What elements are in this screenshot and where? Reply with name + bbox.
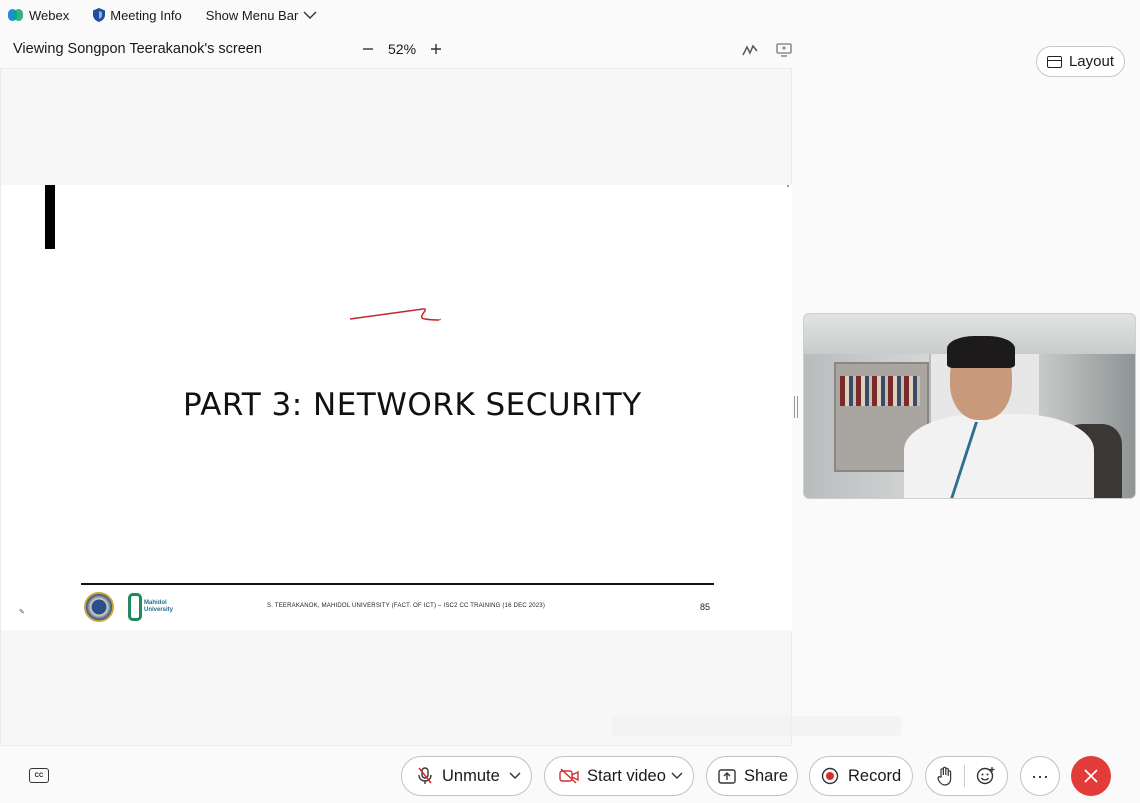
slide-footer-rule: [81, 583, 714, 585]
zoom-controls: 52%: [360, 39, 444, 59]
cc-icon: CC: [34, 772, 44, 779]
annotation-scribble: [349, 308, 442, 321]
presentation-slide: PART 3: NETWORK SECURITY ✎ Mahidol Unive…: [1, 185, 792, 630]
shield-icon: [93, 8, 106, 22]
panel-resize-handle[interactable]: [794, 396, 798, 418]
more-options-button[interactable]: ···: [1020, 756, 1060, 796]
video-off-icon: [559, 768, 579, 784]
annotate-button[interactable]: [741, 41, 759, 59]
slide-page-number: 85: [700, 602, 711, 612]
show-menu-bar-label: Show Menu Bar: [205, 7, 299, 23]
webex-app-menu[interactable]: Webex: [8, 8, 69, 23]
share-button[interactable]: Share: [706, 756, 798, 796]
leave-meeting-button[interactable]: [1071, 756, 1111, 796]
slide-corner-mark: [787, 185, 789, 187]
zoom-out-button[interactable]: [360, 39, 376, 59]
raise-hand-icon: [937, 766, 952, 786]
webex-app-label: Webex: [29, 7, 70, 23]
layout-button[interactable]: Layout: [1036, 46, 1125, 77]
shared-screen-area[interactable]: PART 3: NETWORK SECURITY ✎ Mahidol Unive…: [0, 68, 792, 746]
menu-bar: Webex Meeting Info Show Menu Bar: [0, 0, 1140, 30]
pen-cursor-icon: ✎: [19, 609, 25, 616]
unmute-label: Unmute: [442, 766, 500, 785]
chevron-down-icon: [509, 772, 521, 779]
unmute-button[interactable]: Unmute: [401, 756, 532, 796]
meeting-info-label: Meeting Info: [110, 7, 182, 23]
zoom-level: 52%: [388, 41, 417, 57]
plus-icon: [431, 44, 442, 54]
share-label: Share: [744, 766, 789, 785]
slide-accent-bar: [45, 185, 55, 249]
video-books: [840, 376, 920, 406]
start-video-label: Start video: [587, 766, 666, 785]
zoom-in-button[interactable]: [428, 39, 444, 59]
minus-icon: [363, 48, 373, 50]
faded-notification: [612, 716, 902, 736]
share-view-header: Viewing Songpon Teerakanok's screen 52%: [0, 34, 792, 66]
unmute-options-chevron[interactable]: [509, 772, 521, 780]
record-button[interactable]: Record: [809, 756, 913, 796]
emoji-icon: [976, 767, 995, 785]
share-screen-icon: [718, 768, 736, 784]
start-video-button[interactable]: Start video: [544, 756, 694, 796]
layout-button-label: Layout: [1068, 53, 1115, 70]
viewing-title: Viewing Songpon Teerakanok's screen: [13, 41, 262, 57]
record-icon: [821, 767, 839, 785]
video-person-hair: [947, 336, 1015, 368]
video-options-chevron[interactable]: [671, 772, 683, 780]
raise-hand-button[interactable]: [937, 766, 953, 786]
meeting-info-menu[interactable]: Meeting Info: [93, 8, 182, 23]
mahidol-logo-text: Mahidol University: [144, 600, 174, 613]
closed-captions-button[interactable]: CC: [29, 768, 49, 783]
microphone-muted-icon: [417, 766, 433, 786]
webex-logo-icon: [8, 9, 24, 21]
reactions-group: [925, 756, 1008, 796]
university-seal-logo: [84, 592, 114, 622]
mahidol-university-logo: Mahidol University: [128, 593, 180, 621]
participant-video-tile[interactable]: [803, 313, 1136, 499]
close-icon: [1084, 769, 1098, 783]
monitor-icon: [776, 43, 792, 57]
layout-icon: [1046, 55, 1062, 68]
reactions-button[interactable]: [976, 766, 996, 786]
slide-title: PART 3: NETWORK SECURITY: [183, 387, 642, 423]
webex-meeting-window: Webex Meeting Info Show Menu Bar Viewing…: [0, 0, 1140, 803]
chevron-down-icon: [303, 11, 317, 19]
screen-options-button[interactable]: [775, 41, 793, 59]
more-options-icon: ···: [1031, 765, 1049, 786]
chevron-down-icon: [671, 772, 683, 779]
show-menu-bar-toggle[interactable]: Show Menu Bar: [206, 8, 318, 23]
annotate-icon: [742, 44, 758, 56]
meeting-controls-bar: CC Unmute Start video Share Record ···: [0, 748, 1140, 803]
slide-footer-text: S. TEERAKANOK, MAHIDOL UNIVERSITY (FACT.…: [267, 603, 546, 609]
reactions-divider: [963, 765, 965, 787]
record-label: Record: [848, 766, 902, 785]
mahidol-logo-mark: [128, 593, 142, 621]
